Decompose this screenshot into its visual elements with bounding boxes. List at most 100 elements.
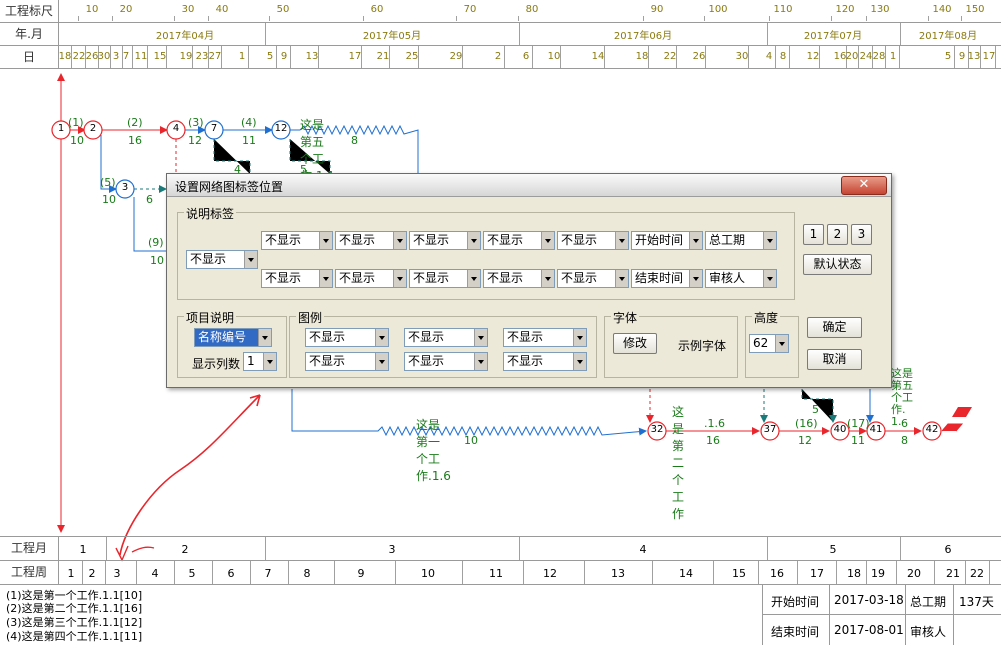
preset-button-2[interactable]: 2: [827, 224, 848, 245]
day-tick: 9: [958, 51, 966, 62]
desc-bottom-select-7[interactable]: 审核人: [705, 269, 777, 288]
chevron-down-icon[interactable]: [393, 232, 406, 249]
work-1-dur: 10: [70, 134, 84, 147]
ruler-tick: 20: [119, 4, 133, 15]
desc-bottom-select-2[interactable]: 不显示: [335, 269, 407, 288]
ruler-tick: 100: [708, 4, 728, 15]
legend-select-6[interactable]: 不显示: [503, 352, 587, 371]
week-tick: 1: [67, 567, 75, 580]
close-icon[interactable]: ✕: [841, 176, 887, 195]
week-tick: 21: [946, 567, 960, 580]
spin-arrows-icon[interactable]: [263, 353, 276, 370]
legend-select-3[interactable]: 不显示: [503, 328, 587, 347]
project-month-6: 6: [944, 543, 952, 556]
desc-left-select[interactable]: 不显示: [186, 250, 258, 269]
legend-select-2[interactable]: 不显示: [404, 328, 488, 347]
day-tick: 1: [238, 51, 246, 62]
node-40[interactable]: 40: [832, 424, 848, 435]
desc-top-select-1[interactable]: 不显示: [261, 231, 333, 250]
day-tick: 5: [944, 51, 952, 62]
desc-top-select-6[interactable]: 开始时间: [631, 231, 703, 250]
chevron-down-icon[interactable]: [763, 232, 776, 249]
chevron-down-icon[interactable]: [258, 329, 271, 346]
desc-bottom-select-3[interactable]: 不显示: [409, 269, 481, 288]
desc-top-select-3[interactable]: 不显示: [409, 231, 481, 250]
week-tick: 22: [970, 567, 984, 580]
chevron-down-icon[interactable]: [763, 270, 776, 287]
day-tick: 12: [806, 51, 820, 62]
desc-bottom-select-1[interactable]: 不显示: [261, 269, 333, 288]
legend-select-1[interactable]: 不显示: [305, 328, 389, 347]
chevron-down-icon[interactable]: [375, 353, 388, 370]
day-tick: 2: [494, 51, 502, 62]
node-3[interactable]: 3: [119, 182, 131, 193]
day-tick: 8: [779, 51, 787, 62]
node-1[interactable]: 1: [55, 123, 67, 134]
node-4[interactable]: 4: [170, 123, 182, 134]
week-tick: 16: [770, 567, 784, 580]
chevron-down-icon[interactable]: [615, 270, 628, 287]
node-7[interactable]: 7: [208, 123, 220, 134]
modify-font-button[interactable]: 修改: [613, 333, 657, 354]
chevron-down-icon[interactable]: [689, 232, 702, 249]
work-3-dur: 12: [188, 134, 202, 147]
node-37[interactable]: 37: [762, 424, 778, 435]
legend-select-4[interactable]: 不显示: [305, 352, 389, 371]
desc-bottom-select-6[interactable]: 结束时间: [631, 269, 703, 288]
preset-button-3[interactable]: 3: [851, 224, 872, 245]
chevron-down-icon[interactable]: [573, 353, 586, 370]
dialog-titlebar[interactable]: 设置网络图标签位置 ✕: [167, 174, 891, 197]
day-tick: 24: [859, 51, 873, 62]
desc-top-select-7[interactable]: 总工期: [705, 231, 777, 250]
day-label: 日: [0, 46, 59, 68]
cancel-button[interactable]: 取消: [807, 349, 862, 370]
node-32[interactable]: 32: [649, 424, 665, 435]
chevron-down-icon[interactable]: [573, 329, 586, 346]
spin-arrows-icon[interactable]: [775, 335, 788, 352]
preset-button-1[interactable]: 1: [803, 224, 824, 245]
chevron-down-icon[interactable]: [541, 270, 554, 287]
week-tick: 20: [907, 567, 921, 580]
chevron-down-icon[interactable]: [467, 232, 480, 249]
chevron-down-icon[interactable]: [375, 329, 388, 346]
project-month-row: 工程月 1 2 3 4 5 6: [0, 536, 1001, 560]
chevron-down-icon[interactable]: [467, 270, 480, 287]
week-tick: 13: [611, 567, 625, 580]
desc-bottom-select-4[interactable]: 不显示: [483, 269, 555, 288]
chevron-down-icon[interactable]: [393, 270, 406, 287]
day-tick: 6: [522, 51, 530, 62]
chevron-down-icon[interactable]: [319, 270, 332, 287]
day-tick: 10: [547, 51, 561, 62]
node-2[interactable]: 2: [87, 123, 99, 134]
node-42[interactable]: 42: [924, 424, 940, 435]
ruler-tick: 50: [276, 4, 290, 15]
desc-top-select-2[interactable]: 不显示: [335, 231, 407, 250]
item-description-select[interactable]: 名称编号: [194, 328, 272, 347]
desc-top-select-5[interactable]: 不显示: [557, 231, 629, 250]
legend-select-5[interactable]: 不显示: [404, 352, 488, 371]
project-month-3: 3: [388, 543, 396, 556]
chevron-down-icon[interactable]: [474, 329, 487, 346]
dialog-title: 设置网络图标签位置: [175, 180, 284, 194]
chevron-down-icon[interactable]: [689, 270, 702, 287]
ruler-tick: 90: [650, 4, 664, 15]
desc-top-select-4[interactable]: 不显示: [483, 231, 555, 250]
chevron-down-icon[interactable]: [319, 232, 332, 249]
chevron-down-icon[interactable]: [244, 251, 257, 268]
desc-bottom-select-5[interactable]: 不显示: [557, 269, 629, 288]
day-tick: 20: [845, 51, 859, 62]
columns-stepper[interactable]: 1: [243, 352, 277, 371]
day-tick: 17: [348, 51, 362, 62]
ruler-tick: 70: [463, 4, 477, 15]
font-title: 字体: [611, 309, 640, 326]
height-stepper[interactable]: 62: [749, 334, 789, 353]
default-state-button[interactable]: 默认状态: [803, 254, 872, 275]
chevron-down-icon[interactable]: [474, 353, 487, 370]
ok-button[interactable]: 确定: [807, 317, 862, 338]
node-12[interactable]: 12: [273, 123, 289, 134]
second-work-sub: .1.6: [704, 417, 725, 430]
node-41[interactable]: 41: [868, 424, 884, 435]
chevron-down-icon[interactable]: [615, 232, 628, 249]
chevron-down-icon[interactable]: [541, 232, 554, 249]
second-work-dur: 16: [706, 434, 720, 447]
